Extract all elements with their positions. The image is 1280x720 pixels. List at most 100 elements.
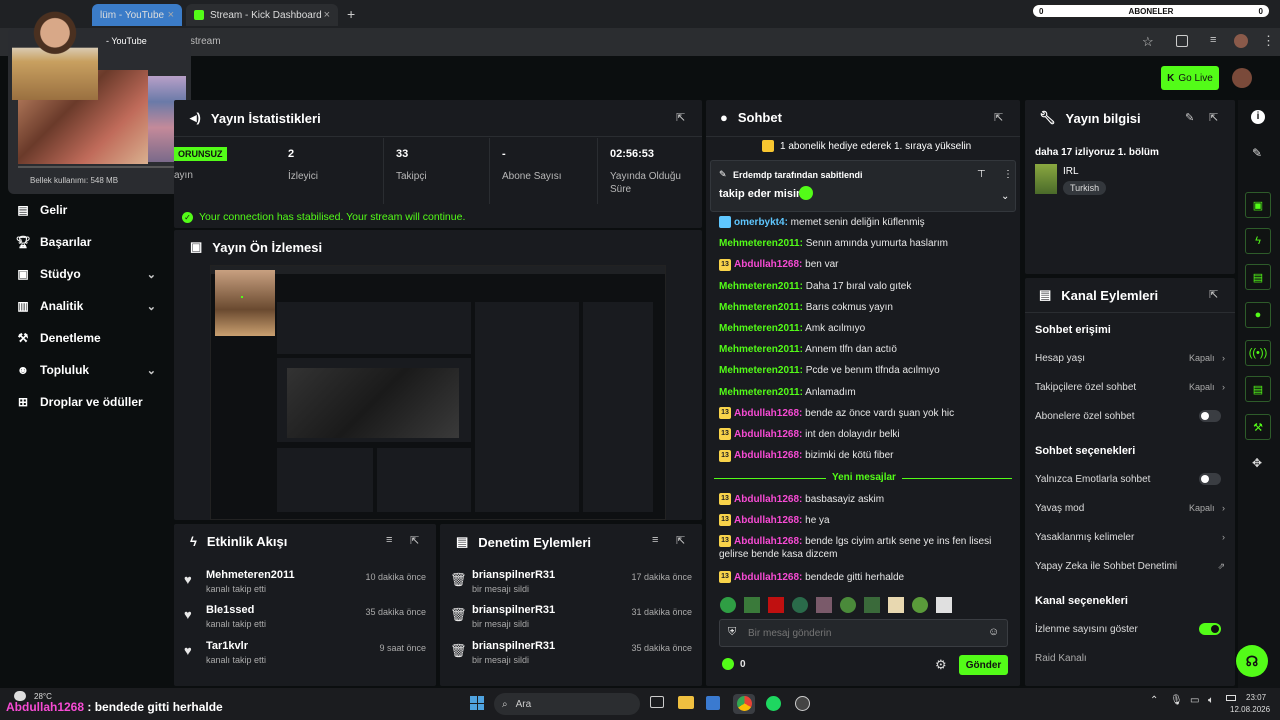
chat-message-input[interactable] xyxy=(748,625,968,641)
emoji-icon[interactable]: ☺ xyxy=(988,626,999,638)
emote-icon[interactable] xyxy=(888,597,904,613)
chat-username[interactable]: Mehmeteren2011: xyxy=(719,323,803,334)
spotify-icon[interactable] xyxy=(766,696,781,711)
tab-kick-dashboard[interactable]: Stream - Kick Dashboard × xyxy=(186,4,338,26)
tab-youtube[interactable]: lüm - YouTube × xyxy=(92,4,182,26)
obs-icon[interactable] xyxy=(795,696,810,711)
sidebar-item-topluluk[interactable]: ☻ Topluluk ⌄ xyxy=(16,360,156,380)
popout-icon[interactable]: ⇱ xyxy=(676,534,685,547)
channel-points[interactable]: 0 xyxy=(722,658,746,670)
emote-icon[interactable] xyxy=(816,597,832,613)
sidebar-item-denetleme[interactable]: ⚒ Denetleme xyxy=(16,328,156,348)
emote-icon[interactable] xyxy=(792,597,808,613)
new-tab-button[interactable]: + xyxy=(347,6,355,22)
close-icon[interactable]: × xyxy=(324,9,330,21)
setting-raid-channel[interactable]: Raid Kanalı xyxy=(1035,653,1225,664)
chat-username[interactable]: Mehmeteren2011: xyxy=(719,281,803,292)
toolbar-button-document[interactable]: ▤ xyxy=(1245,264,1271,290)
popout-icon[interactable]: ⇱ xyxy=(676,111,685,124)
info-icon[interactable]: i xyxy=(1251,110,1265,124)
go-live-button[interactable]: K Go Live xyxy=(1161,66,1219,90)
chat-input-box[interactable]: ⛨ ☺ xyxy=(719,619,1008,647)
support-button[interactable]: ☊ xyxy=(1236,645,1268,677)
file-explorer-icon[interactable] xyxy=(678,696,694,709)
chat-username[interactable]: Mehmeteren2011: xyxy=(719,387,803,398)
setting-ai-moderation[interactable]: Yapay Zeka ile Sohbet Denetimi ⇗ xyxy=(1035,561,1225,572)
chat-username[interactable]: Abdullah1268: xyxy=(734,515,802,526)
chat-username[interactable]: Abdullah1268: xyxy=(734,429,802,440)
add-widget-icon[interactable]: ✥ xyxy=(1252,456,1262,470)
more-icon[interactable]: ⋮ xyxy=(1003,169,1013,180)
menu-icon[interactable]: ⋮ xyxy=(1262,33,1275,49)
emote-icon[interactable] xyxy=(768,597,784,613)
emote-icon[interactable] xyxy=(912,597,928,613)
chat-username[interactable]: Abdullah1268: xyxy=(734,572,802,583)
display-icon[interactable]: ▭ xyxy=(1190,695,1199,706)
chrome-icon[interactable] xyxy=(737,696,752,711)
chat-username[interactable]: Abdullah1268: xyxy=(734,494,802,505)
sidebar-item-analitik[interactable]: ▥ Analitik ⌄ xyxy=(16,296,156,316)
chat-message: 13 Abdullah1268: bende lgs ciyim artık se… xyxy=(719,535,1004,561)
chat-username[interactable]: Mehmeteren2011: xyxy=(719,365,803,376)
pencil-icon[interactable]: ✎ xyxy=(1252,146,1262,160)
gear-icon[interactable]: ⚙ xyxy=(935,657,947,673)
emote-icon[interactable] xyxy=(744,597,760,613)
sidebar-item-droplar[interactable]: ⊞ Droplar ve ödüller xyxy=(16,392,176,412)
chat-username[interactable]: Mehmeteren2011: xyxy=(719,302,803,313)
popout-icon[interactable]: ⇱ xyxy=(1209,111,1218,124)
unpin-icon[interactable]: ⊤ xyxy=(977,169,986,180)
chat-username[interactable]: Mehmeteren2011: xyxy=(719,344,803,355)
emote-icon[interactable] xyxy=(936,597,952,613)
chat-username[interactable]: omerbykt4: xyxy=(734,217,788,228)
task-view-icon[interactable] xyxy=(650,696,664,708)
setting-followers-only[interactable]: Takipçilere özel sohbet Kapalı › xyxy=(1035,382,1225,393)
chat-username[interactable]: Abdullah1268: xyxy=(734,450,802,461)
setting-slow-mode[interactable]: Yavaş mod Kapalı › xyxy=(1035,503,1225,514)
setting-banned-words[interactable]: Yasaklanmış kelimeler › xyxy=(1035,532,1225,543)
chevron-down-icon[interactable]: ⌄ xyxy=(1001,191,1009,202)
emote-icon[interactable] xyxy=(720,597,736,613)
start-icon[interactable] xyxy=(470,696,484,710)
chevron-up-icon[interactable]: ⌃ xyxy=(1150,695,1158,706)
chat-username[interactable]: Mehmeteren2011: xyxy=(719,238,803,249)
taskbar-search[interactable]: ⌕ Ara xyxy=(494,693,640,715)
sidebar-item-studyo[interactable]: ▣ Stüdyo ⌄ xyxy=(16,264,156,284)
microphone-icon[interactable]: 🎙︎ xyxy=(1170,695,1183,706)
emote-icon[interactable] xyxy=(864,597,880,613)
emote-only-toggle[interactable] xyxy=(1199,473,1221,485)
popout-icon[interactable]: ⇱ xyxy=(994,111,1003,124)
toolbar-button-chat[interactable]: ● xyxy=(1245,302,1271,328)
sub-gift-banner[interactable]: 1 abonelik hediye ederek 1. sıraya yükse… xyxy=(762,140,971,152)
filter-icon[interactable]: ≡ xyxy=(386,534,392,546)
chat-username[interactable]: Abdullah1268: xyxy=(734,259,802,270)
preview-video[interactable] xyxy=(210,265,666,520)
popout-icon[interactable]: ⇱ xyxy=(1209,288,1218,301)
setting-account-age[interactable]: Hesap yaşı Kapalı › xyxy=(1035,353,1225,364)
toolbar-button-settings[interactable]: ▤ xyxy=(1245,376,1271,402)
chat-username[interactable]: Abdullah1268: xyxy=(734,536,802,547)
close-icon[interactable]: × xyxy=(168,9,174,21)
chevron-right-icon: › xyxy=(1222,353,1225,363)
star-icon[interactable]: ☆ xyxy=(1142,34,1154,50)
viewcount-toggle[interactable] xyxy=(1199,623,1221,635)
store-icon[interactable] xyxy=(706,696,720,710)
send-button[interactable]: Gönder xyxy=(959,655,1008,675)
toolbar-button-lightning[interactable]: ϟ xyxy=(1245,228,1271,254)
emote-icon[interactable] xyxy=(840,597,856,613)
chat-username[interactable]: Abdullah1268: xyxy=(734,408,802,419)
filter-icon[interactable]: ≡ xyxy=(652,534,658,546)
profile-avatar[interactable] xyxy=(1234,34,1248,48)
toolbar-button-wrench[interactable]: ⚒ xyxy=(1245,414,1271,440)
popout-icon[interactable]: ⇱ xyxy=(410,534,419,547)
address-input[interactable]: stream xyxy=(190,36,221,47)
media-icon[interactable]: ≡ xyxy=(1210,34,1216,46)
toolbar-button-broadcast[interactable]: ((•)) xyxy=(1245,340,1271,366)
volume-icon[interactable]: 🔈︎ xyxy=(1208,695,1214,706)
user-avatar[interactable] xyxy=(1232,68,1252,88)
sidebar-item-gelir[interactable]: ▤ Gelir xyxy=(16,200,156,220)
subscribers-only-toggle[interactable] xyxy=(1199,410,1221,422)
toolbar-button-capture[interactable]: ▣ xyxy=(1245,192,1271,218)
edit-icon[interactable]: ✎ xyxy=(1185,111,1194,124)
extensions-icon[interactable] xyxy=(1176,35,1188,47)
sidebar-item-basarilar[interactable]: 🏆︎ Başarılar xyxy=(15,232,156,252)
